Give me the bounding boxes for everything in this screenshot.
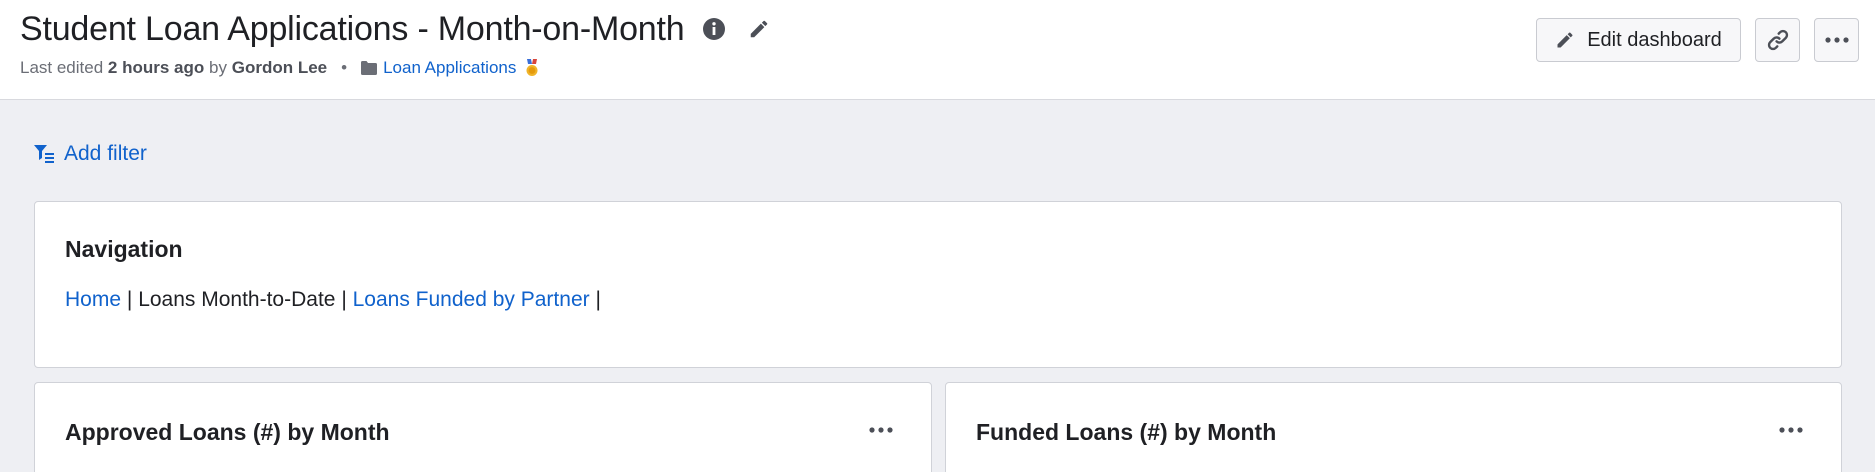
by-word: by: [209, 58, 227, 77]
last-edited-prefix: Last edited: [20, 58, 104, 77]
navigation-links: Home | Loans Month-to-Date | Loans Funde…: [65, 288, 601, 312]
folder-icon: [361, 61, 378, 75]
last-edited-time: 2 hours ago: [107, 58, 205, 77]
navigation-card-title: Navigation: [65, 236, 183, 262]
page-title[interactable]: Student Loan Applications - Month-on-Mon…: [20, 10, 685, 49]
more-options-button[interactable]: [1814, 18, 1859, 62]
medal-icon: [524, 59, 540, 77]
funded-loans-card-title: Funded Loans (#) by Month: [976, 419, 1277, 445]
pencil-icon: [1557, 32, 1573, 48]
nav-link-home[interactable]: Home: [65, 288, 121, 311]
card-more-icon[interactable]: [869, 427, 893, 433]
meta-separator: •: [341, 58, 348, 77]
share-link-button[interactable]: [1755, 18, 1800, 62]
nav-link-loans-funded-by-partner[interactable]: Loans Funded by Partner: [353, 288, 590, 311]
collection-name[interactable]: Loan Applications: [383, 58, 516, 78]
nav-text-loans-month-to-date: Loans Month-to-Date: [138, 288, 336, 311]
title-row: Student Loan Applications - Month-on-Mon…: [20, 8, 770, 50]
nav-separator: |: [126, 288, 133, 311]
add-filter-button[interactable]: Add filter: [34, 142, 147, 166]
approved-loans-card: Approved Loans (#) by Month: [34, 382, 932, 472]
header-actions: Edit dashboard: [1536, 18, 1859, 62]
pencil-icon[interactable]: [748, 18, 770, 40]
more-icon: [1824, 37, 1849, 43]
navigation-card: Navigation Home | Loans Month-to-Date | …: [34, 201, 1842, 368]
last-edited-info: Last edited 2 hours ago by Gordon Lee • …: [20, 56, 540, 80]
dashboard-header: Student Loan Applications - Month-on-Mon…: [0, 0, 1875, 100]
nav-separator: |: [595, 288, 601, 311]
link-icon: [1767, 29, 1788, 51]
collection-link[interactable]: Loan Applications: [361, 58, 516, 78]
filter-icon: [34, 145, 54, 163]
card-more-icon[interactable]: [1779, 427, 1803, 433]
funded-loans-card: Funded Loans (#) by Month: [945, 382, 1842, 472]
info-icon[interactable]: [702, 17, 726, 41]
last-edited-author: Gordon Lee: [231, 58, 328, 77]
edit-dashboard-label: Edit dashboard: [1587, 28, 1722, 51]
edit-dashboard-button[interactable]: Edit dashboard: [1536, 18, 1741, 62]
approved-loans-card-title: Approved Loans (#) by Month: [65, 419, 390, 445]
nav-separator: |: [341, 288, 347, 311]
add-filter-label[interactable]: Add filter: [64, 142, 147, 166]
